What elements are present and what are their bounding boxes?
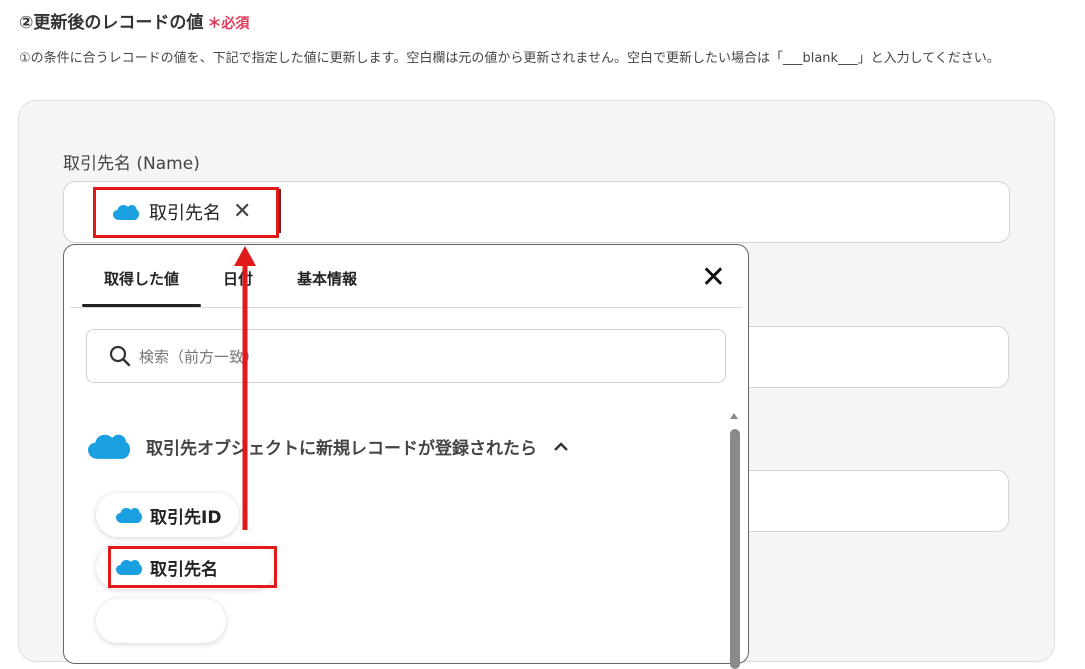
annotation-arrow — [234, 246, 256, 530]
list-item-partial[interactable] — [96, 599, 226, 643]
